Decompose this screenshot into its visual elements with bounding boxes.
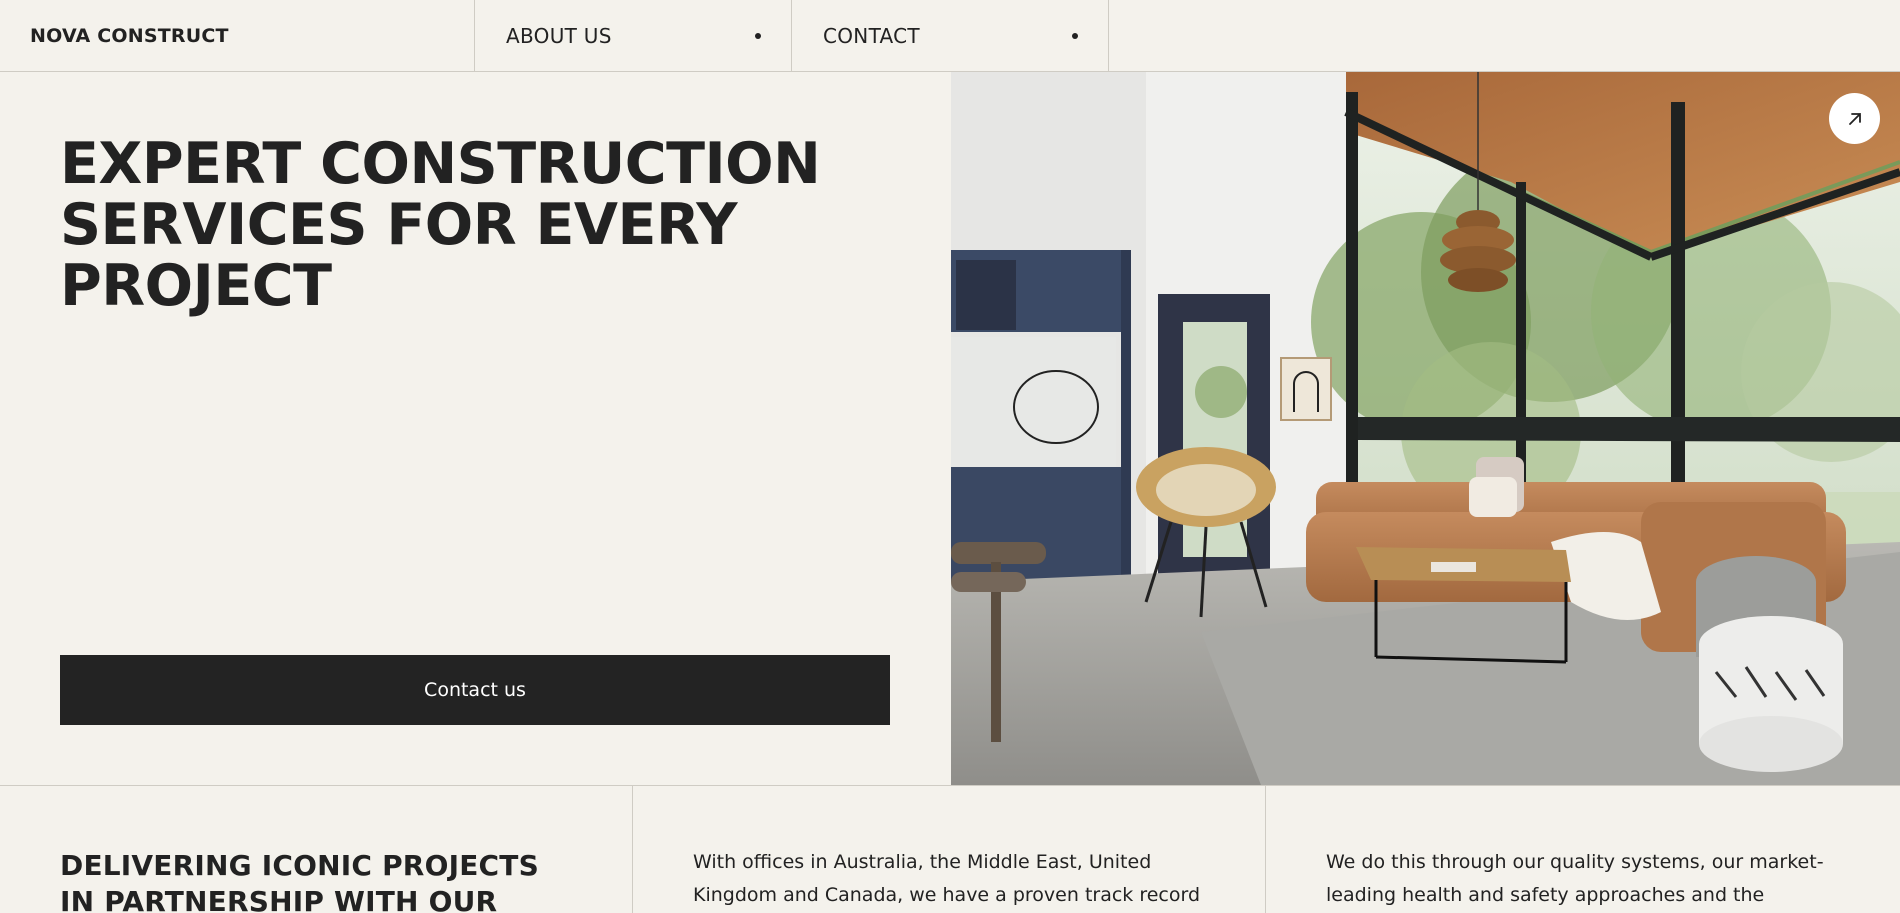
about-title: DELIVERING ICONIC PROJECTS IN PARTNERSHI… [60, 849, 539, 913]
hero-image [951, 72, 1900, 785]
nav-contact[interactable]: CONTACT [792, 0, 1109, 71]
about-text-quality: We do this through our quality systems, … [1326, 851, 1824, 906]
dot-icon [755, 32, 761, 39]
contact-us-button[interactable]: Contact us [60, 655, 890, 725]
about-column-3: We do this through our quality systems, … [1266, 786, 1900, 913]
about-section: DELIVERING ICONIC PROJECTS IN PARTNERSHI… [0, 785, 1900, 913]
hero-title: EXPERT CONSTRUCTION SERVICES FOR EVERY P… [60, 131, 821, 319]
about-text-offices: With offices in Australia, the Middle Ea… [693, 851, 1201, 906]
arrow-up-right-icon [1848, 112, 1861, 125]
open-project-button[interactable] [1829, 93, 1880, 144]
brand-logo[interactable]: NOVA CONSTRUCT [0, 0, 475, 71]
top-nav: NOVA CONSTRUCT ABOUT US CONTACT [0, 0, 1900, 72]
about-column-1: DELIVERING ICONIC PROJECTS IN PARTNERSHI… [0, 786, 633, 913]
hero-section: EXPERT CONSTRUCTION SERVICES FOR EVERY P… [0, 72, 951, 785]
nav-about-us[interactable]: ABOUT US [475, 0, 792, 71]
living-room-photo [951, 72, 1900, 785]
nav-about-us-label: ABOUT US [506, 23, 612, 48]
about-column-2: With offices in Australia, the Middle Ea… [633, 786, 1266, 913]
nav-contact-label: CONTACT [823, 23, 920, 48]
dot-icon [1072, 32, 1078, 39]
